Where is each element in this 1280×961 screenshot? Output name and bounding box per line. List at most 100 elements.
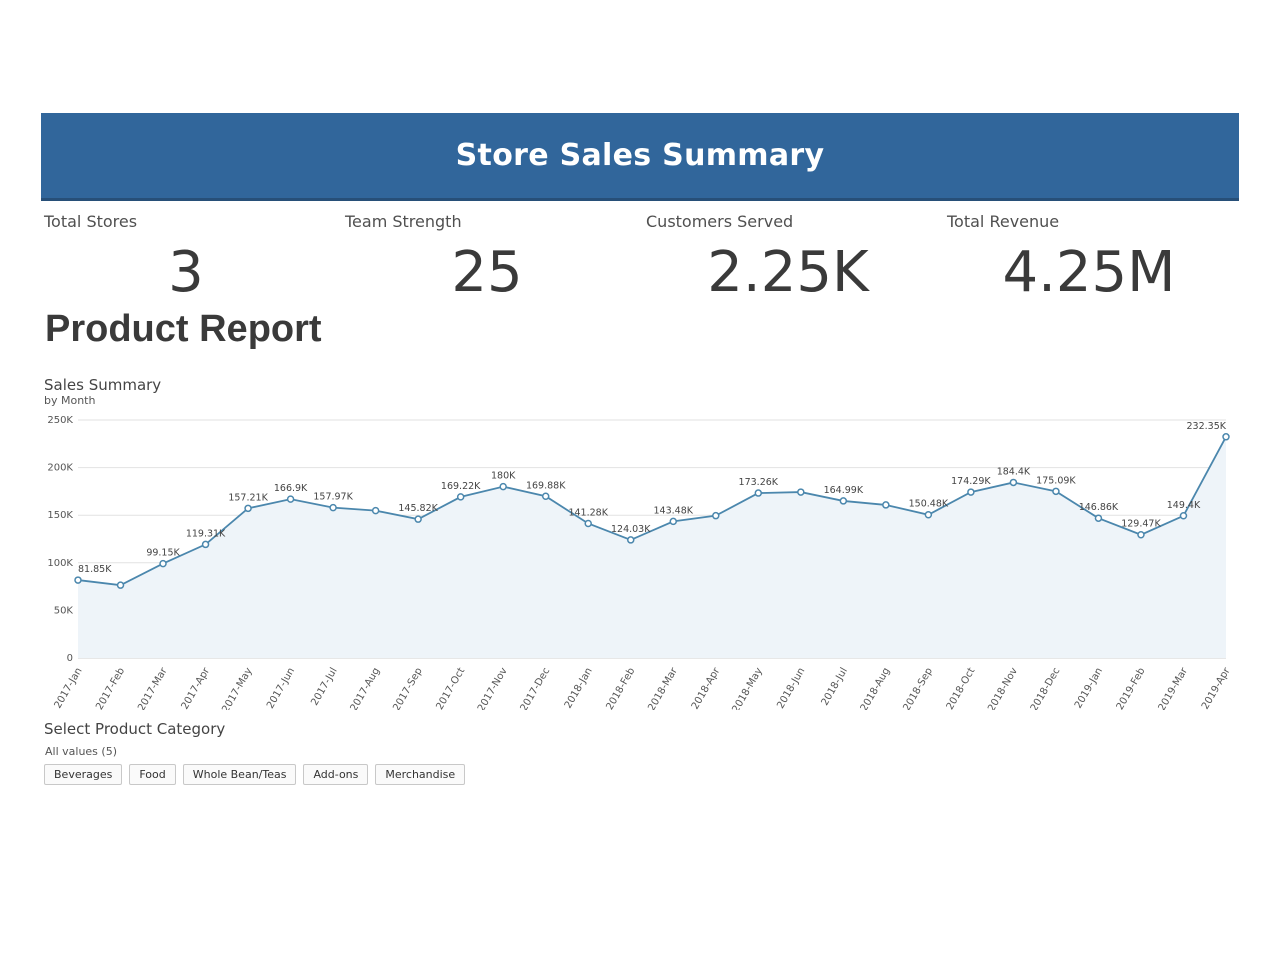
- data-label: 149.4K: [1167, 500, 1201, 511]
- data-point: [244, 504, 252, 513]
- data-point: [286, 495, 295, 503]
- data-label: 173.26K: [739, 477, 779, 488]
- data-label: 184.4K: [997, 466, 1031, 477]
- data-label: 119.31K: [186, 528, 226, 539]
- category-chip-add-ons[interactable]: Add-ons: [303, 764, 369, 785]
- x-tick-label: 2017-Apr: [180, 665, 213, 710]
- data-point: [74, 576, 82, 584]
- x-tick-label: 2017-Jun: [265, 666, 297, 710]
- data-point: [1137, 530, 1145, 539]
- data-label: 157.21K: [228, 492, 268, 503]
- data-point: [1094, 514, 1103, 522]
- kpi-label: Team Strength: [345, 212, 462, 231]
- x-tick-label: 2017-Jul: [309, 666, 339, 708]
- data-label: 180K: [491, 471, 516, 482]
- data-point: [882, 501, 890, 509]
- kpi-total-stores: Total Stores 3: [41, 212, 331, 305]
- data-point: [371, 506, 380, 515]
- kpi-customers-served: Customers Served 2.25K: [643, 212, 933, 305]
- data-label: 129.47K: [1121, 519, 1161, 530]
- sales-summary-chart: 0 50K 100K 150K 200K 250K 81.85K 99.15K 119.31K 1…: [47, 415, 1233, 710]
- data-point: [839, 497, 848, 505]
- y-tick-label: 50K: [54, 605, 74, 616]
- data-point: [541, 492, 550, 501]
- data-point: [626, 536, 635, 544]
- x-tick-label: 2018-Nov: [986, 666, 1020, 710]
- data-point: [967, 488, 975, 496]
- kpi-label: Customers Served: [646, 212, 794, 231]
- data-label: 143.48K: [654, 505, 694, 516]
- x-tick-label: 2017-Sep: [391, 666, 424, 710]
- data-label: 175.09K: [1036, 475, 1076, 486]
- chart-subtitle: by Month: [44, 394, 96, 407]
- x-tick-label: 2019-Feb: [1115, 666, 1148, 710]
- data-point: [201, 540, 210, 549]
- x-tick-label: 2018-Sep: [901, 666, 934, 710]
- filter-subtitle: All values (5): [45, 745, 117, 758]
- x-tick-label: 2018-Oct: [945, 666, 978, 710]
- y-tick-label: 150K: [47, 510, 73, 521]
- data-label: 169.88K: [526, 480, 566, 491]
- y-tick-label: 100K: [47, 558, 73, 569]
- category-chip-food[interactable]: Food: [129, 764, 176, 785]
- x-tick-label: 2018-Apr: [690, 665, 723, 710]
- category-chip-whole-bean-teas[interactable]: Whole Bean/Teas: [182, 764, 297, 785]
- x-tick-label: 2017-Feb: [94, 666, 127, 710]
- data-label: 166.9K: [274, 483, 308, 494]
- data-label: 232.35K: [1187, 421, 1227, 432]
- data-point: [414, 515, 422, 523]
- data-label: 150.48K: [909, 499, 949, 510]
- kpi-value: 25: [451, 240, 523, 305]
- kpi-total-revenue: Total Revenue 4.25M: [944, 212, 1234, 305]
- data-point: [116, 581, 125, 589]
- x-tick-label: 2019-Jan: [1073, 666, 1105, 710]
- section-title: Product Report: [45, 308, 322, 350]
- data-point: [159, 559, 167, 568]
- data-point: [1009, 478, 1018, 487]
- x-tick-label: 2017-Mar: [136, 665, 170, 710]
- x-tick-label: 2018-Jan: [563, 666, 595, 710]
- category-chip-beverages[interactable]: Beverages: [44, 764, 123, 785]
- x-tick-label: 2018-Mar: [646, 665, 680, 710]
- series-area: [78, 436, 1226, 658]
- data-point: [499, 482, 507, 491]
- data-label: 81.85K: [78, 564, 112, 575]
- filter-title: Select Product Category: [44, 720, 226, 738]
- kpi-team-strength: Team Strength 25: [342, 212, 632, 305]
- data-point: [584, 519, 592, 528]
- y-tick-label: 250K: [47, 415, 73, 426]
- x-tick-label: 2019-Mar: [1157, 665, 1191, 710]
- category-filter: Beverages Food Whole Bean/Teas Add-ons M…: [44, 764, 466, 785]
- data-label: 99.15K: [146, 548, 180, 559]
- data-point: [1179, 512, 1188, 520]
- x-tick-label: 2018-Feb: [604, 666, 637, 710]
- kpi-value: 2.25K: [707, 240, 869, 305]
- kpi-label: Total Revenue: [947, 212, 1060, 231]
- x-tick-label: 2018-May: [731, 666, 765, 710]
- kpi-label: Total Stores: [44, 212, 138, 231]
- header-banner: Store Sales Summary: [41, 113, 1239, 201]
- x-tick-label: 2017-Dec: [519, 666, 553, 710]
- data-point: [329, 503, 337, 512]
- data-label: 146.86K: [1079, 502, 1119, 513]
- x-tick-label: 2017-Aug: [349, 666, 383, 710]
- y-tick-label: 200K: [47, 463, 73, 474]
- y-tick-label: 0: [67, 653, 73, 664]
- data-point: [924, 510, 933, 519]
- page-title: Store Sales Summary: [455, 138, 825, 173]
- chart-title: Sales Summary: [44, 376, 162, 394]
- x-tick-label: 2018-Aug: [859, 666, 893, 710]
- data-label: 169.22K: [441, 481, 481, 492]
- data-point: [1052, 487, 1060, 496]
- x-tick-label: 2017-Oct: [434, 666, 467, 710]
- data-point: [712, 511, 720, 520]
- kpi-value: 3: [168, 240, 204, 305]
- category-chip-merchandise[interactable]: Merchandise: [375, 764, 466, 785]
- data-point: [797, 488, 805, 496]
- x-tick-label: 2017-Nov: [476, 666, 510, 710]
- data-label: 145.82K: [398, 503, 438, 514]
- data-label: 157.97K: [313, 492, 353, 503]
- data-label: 141.28K: [568, 508, 608, 519]
- x-tick-label: 2018-Dec: [1029, 666, 1063, 710]
- x-tick-label: 2017-Jan: [53, 666, 85, 710]
